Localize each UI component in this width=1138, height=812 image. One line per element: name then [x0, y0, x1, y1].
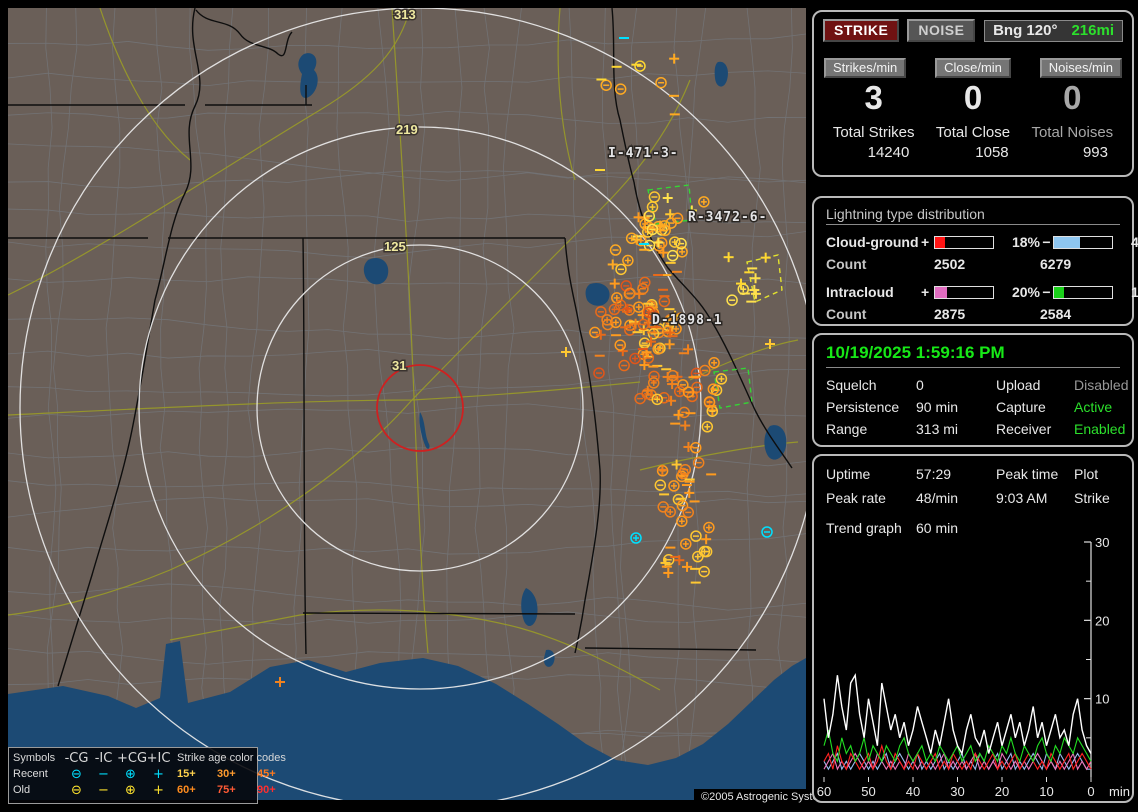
svg-text:10: 10 [1095, 692, 1109, 707]
intracloud-counts: Count 2875 2584 [814, 306, 1132, 322]
total-labels: Total Strikes Total Close Total Noises [832, 124, 1114, 141]
total-strikes-value: 14240 [867, 144, 910, 161]
svg-text:60: 60 [817, 784, 831, 799]
total-noises-value: 993 [1082, 144, 1108, 161]
total-values: 14240 1058 993 [814, 141, 1132, 161]
legend-row-old: Old ⊖ − ⊕ + 60+ 75+ 90+ [13, 782, 276, 798]
svg-text:10: 10 [1039, 784, 1053, 799]
intracloud-row: Intracloud + 20% − 18% [826, 284, 1138, 300]
cg-negative-count: 6279 [1040, 256, 1072, 272]
strikes-per-min-badge: Strikes/min [824, 58, 907, 78]
peak-rate-value: 48/min [916, 490, 959, 506]
bearing-distance: 216mi [1071, 21, 1114, 39]
receiver-status: Enabled [1074, 421, 1126, 437]
noise-button[interactable]: NOISE [907, 19, 976, 42]
noises-per-min-value: 0 [1063, 79, 1082, 116]
storm-cell-label: D-1898-1 [652, 313, 723, 328]
circle-plus-icon: ⊕ [125, 766, 136, 782]
svg-text:219: 219 [396, 122, 418, 137]
range-value: 313 mi [916, 421, 959, 437]
squelch-value: 0 [916, 377, 924, 393]
storm-cell-label: R-3472-6- [688, 210, 767, 225]
svg-text:0: 0 [1087, 784, 1094, 799]
trend-panel: Uptime 57:29 Peak time Plot Peak rate 48/mi… [812, 454, 1134, 803]
cg-negative-bar [1053, 235, 1113, 249]
svg-text:30: 30 [950, 784, 964, 799]
ic-positive-bar [934, 285, 994, 299]
status-grid: Squelch 0 Upload Disabled Persistence 90 mi… [826, 377, 1129, 437]
svg-text:40: 40 [906, 784, 920, 799]
trend-series-cg-positive [823, 743, 1092, 771]
strikes-per-min-value: 3 [864, 79, 883, 116]
legend-age-header: Strike age color codes [177, 752, 286, 764]
peak-time-value: 9:03 AM [996, 490, 1048, 506]
lightning-distribution-panel: Lightning type distribution Cloud-ground… [812, 196, 1138, 326]
upload-status: Disabled [1074, 377, 1129, 393]
close-per-min-badge: Close/min [935, 58, 1011, 78]
svg-text:313: 313 [394, 8, 416, 22]
svg-text:31: 31 [392, 358, 406, 373]
ic-positive-count: 2875 [934, 306, 966, 322]
cloud-ground-row: Cloud-ground + 18% − 44% [826, 234, 1138, 250]
ic-negative-count: 2584 [1040, 306, 1072, 322]
storm-cell-label: I-471-3- [608, 146, 679, 161]
app-window: { "app": { "copyright": "©2005 Astrogeni… [0, 0, 1138, 812]
svg-text:50: 50 [861, 784, 875, 799]
map-canvas: 313 219 125 31 I-471-3- R-3472-6- D-1898-1 [8, 8, 806, 800]
receiver-status-panel: 10/19/2025 1:59:16 PM Squelch 0 Upload Dis… [812, 333, 1134, 447]
svg-text:20: 20 [995, 784, 1009, 799]
distribution-title: Lightning type distribution [826, 206, 1120, 225]
x-axis-unit: min [1109, 784, 1130, 799]
svg-text:30: 30 [1095, 535, 1109, 550]
plot-mode-value: Strike [1074, 490, 1110, 506]
ic-negative-bar [1053, 285, 1113, 299]
legend-symbols-header: Symbols [13, 752, 56, 764]
circle-plus-icon: ⊕ [125, 782, 136, 798]
legend-header: Symbols -CG -IC +CG +IC Strike age color… [13, 750, 286, 766]
rate-badges: Strikes/min Close/min Noises/min [814, 42, 1132, 78]
trend-graph[interactable]: 10 20 30 60 50 40 30 20 10 0 min [814, 534, 1132, 802]
close-per-min-value: 0 [963, 79, 983, 116]
circle-minus-icon: ⊖ [71, 782, 82, 798]
circle-minus-icon: ⊖ [71, 766, 82, 782]
datetime-display: 10/19/2025 1:59:16 PM [826, 343, 1120, 368]
cloud-ground-counts: Count 2502 6279 [814, 256, 1132, 272]
bearing-badge: Bng 120° 216mi [984, 19, 1123, 42]
map-symbol-legend: Symbols -CG -IC +CG +IC Strike age color… [8, 747, 286, 804]
uptime-stats: Uptime 57:29 Peak time Plot Peak rate 48/mi… [814, 466, 1132, 506]
rate-values: 3 0 0 [814, 78, 1132, 116]
svg-text:20: 20 [1095, 613, 1109, 628]
strike-button[interactable]: STRIKE [823, 19, 900, 42]
cg-positive-bar [934, 235, 994, 249]
total-close-value: 1058 [975, 144, 1009, 161]
svg-text:125: 125 [384, 239, 406, 254]
toolbar: STRIKE NOISE Bng 120° 216mi [814, 12, 1132, 42]
plus-icon: + [153, 782, 164, 798]
capture-status: Active [1074, 399, 1113, 415]
uptime-value: 57:29 [916, 466, 952, 482]
minus-icon: − [98, 782, 109, 798]
plus-icon: + [153, 766, 164, 782]
persistence-value: 90 min [916, 399, 959, 415]
bearing-label: Bng 120° [993, 21, 1058, 39]
minus-icon: − [98, 766, 109, 782]
noises-per-min-badge: Noises/min [1039, 58, 1122, 78]
strike-stats-panel: STRIKE NOISE Bng 120° 216mi Strikes/min … [812, 10, 1134, 177]
cg-positive-count: 2502 [934, 256, 966, 272]
legend-row-recent: Recent ⊖ − ⊕ + 15+ 30+ 45+ [13, 766, 276, 782]
lightning-map[interactable]: 313 219 125 31 I-471-3- R-3472-6- D-1898-1 [8, 8, 806, 800]
trend-series-total [823, 673, 1092, 756]
